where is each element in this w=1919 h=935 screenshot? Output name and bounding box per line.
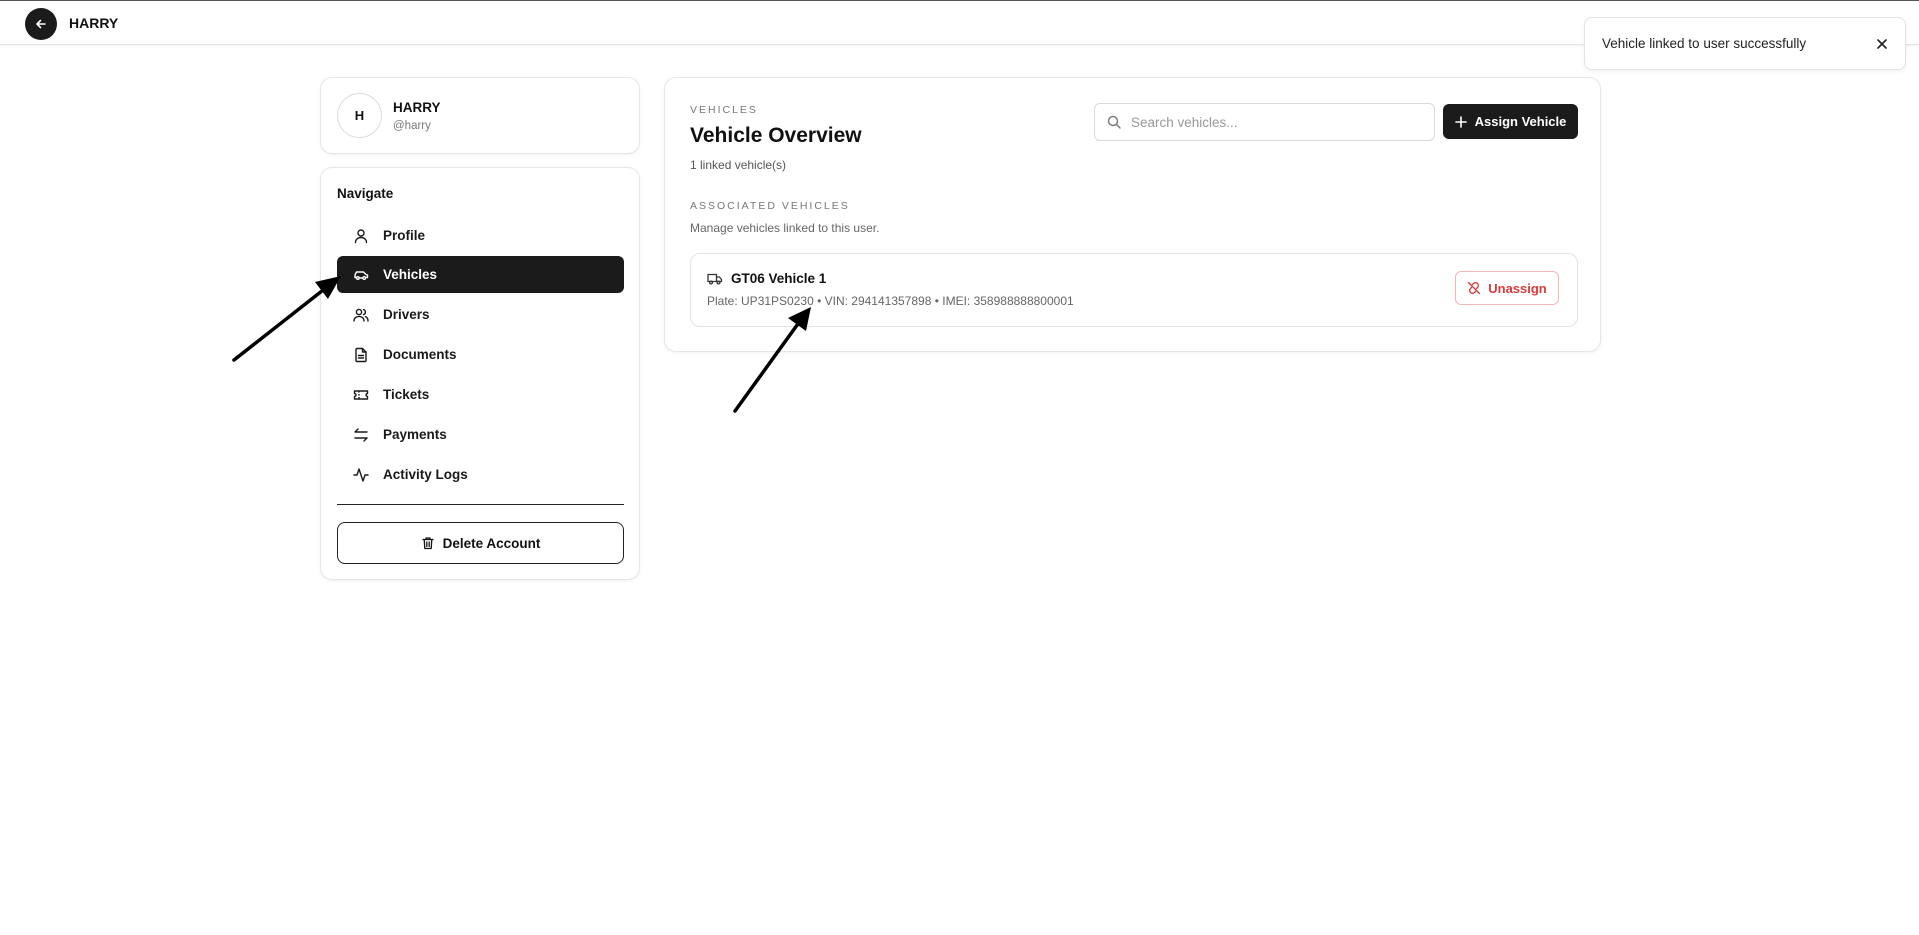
trash-icon — [421, 537, 434, 550]
back-button[interactable] — [25, 8, 57, 40]
page-title: HARRY — [69, 15, 119, 31]
sidebar-item-tickets[interactable]: Tickets — [337, 376, 624, 413]
toast-message: Vehicle linked to user successfully — [1602, 36, 1807, 51]
ticket-icon — [353, 389, 369, 400]
profile-card: H HARRY @harry — [320, 77, 640, 154]
sidebar-item-documents[interactable]: Documents — [337, 336, 624, 373]
associated-vehicles-label: ASSOCIATED VEHICLES — [690, 200, 850, 212]
section-title: Vehicle Overview — [690, 124, 862, 147]
sidebar-item-label: Payments — [383, 427, 447, 442]
plus-icon — [1454, 115, 1467, 128]
divider — [337, 504, 624, 505]
unassign-label: Unassign — [1488, 280, 1547, 296]
assign-vehicle-button[interactable]: Assign Vehicle — [1443, 104, 1578, 139]
sidebar-item-label: Profile — [383, 228, 426, 243]
sidebar-item-label: Activity Logs — [383, 467, 468, 482]
nav-heading: Navigate — [337, 186, 394, 201]
profile-handle: @harry — [393, 120, 431, 132]
associated-vehicles-desc: Manage vehicles linked to this user. — [690, 221, 880, 235]
sidebar-item-label: Drivers — [383, 307, 430, 322]
search-icon — [1107, 115, 1121, 129]
delete-account-button[interactable]: Delete Account — [337, 522, 624, 564]
arrow-left-icon — [36, 19, 46, 29]
navigation-card: Navigate Profile Vehicles Drivers Docume… — [320, 167, 640, 580]
sidebar-item-payments[interactable]: Payments — [337, 416, 624, 453]
user-icon — [354, 228, 368, 243]
linked-count: 1 linked vehicle(s) — [690, 158, 787, 172]
car-icon — [354, 270, 369, 280]
sidebar-item-profile[interactable]: Profile — [337, 217, 624, 254]
profile-name: HARRY — [393, 100, 441, 115]
activity-icon — [353, 467, 369, 482]
sidebar-item-label: Documents — [383, 347, 457, 362]
section-eyebrow: VEHICLES — [690, 104, 758, 116]
link-off-icon — [1468, 281, 1481, 295]
sidebar-item-label: Tickets — [383, 387, 430, 402]
assign-vehicle-label: Assign Vehicle — [1474, 114, 1567, 129]
sidebar-item-activity-logs[interactable]: Activity Logs — [337, 456, 624, 493]
document-icon — [355, 347, 367, 362]
vehicle-details: Plate: UP31PS0230 • VIN: 294141357898 • … — [707, 294, 1074, 308]
users-icon — [353, 308, 369, 322]
search-box[interactable] — [1094, 103, 1435, 141]
truck-icon — [707, 273, 723, 285]
sidebar-item-label: Vehicles — [383, 267, 438, 282]
arrows-swap-icon — [354, 427, 368, 442]
unassign-button[interactable]: Unassign — [1455, 271, 1559, 305]
sidebar-item-vehicles[interactable]: Vehicles — [337, 256, 624, 293]
success-toast: Vehicle linked to user successfully — [1584, 17, 1906, 70]
avatar: H — [337, 93, 382, 138]
sidebar-item-drivers[interactable]: Drivers — [337, 296, 624, 333]
vehicle-overview-card: VEHICLES Vehicle Overview 1 linked vehic… — [664, 77, 1601, 352]
delete-account-label: Delete Account — [442, 535, 541, 551]
close-icon[interactable] — [1875, 37, 1889, 51]
search-input[interactable] — [1131, 114, 1421, 130]
vehicle-name: GT06 Vehicle 1 — [731, 271, 827, 286]
list-item: GT06 Vehicle 1 Plate: UP31PS0230 • VIN: … — [690, 253, 1578, 327]
